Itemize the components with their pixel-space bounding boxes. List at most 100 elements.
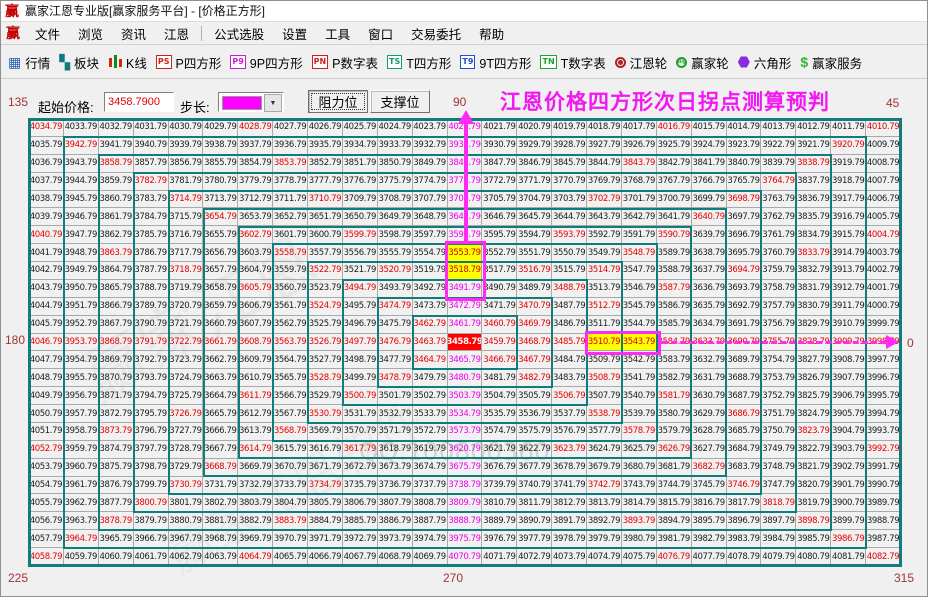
gann-cell: 3487.79 [552, 297, 588, 316]
toolbar-item[interactable]: K线 [108, 53, 147, 72]
toolbar-item[interactable]: 江恩轮 [614, 53, 667, 72]
menu-item-5[interactable]: 公式选股 [205, 22, 273, 45]
gann-cell: 3747.79 [761, 476, 797, 495]
gann-cell: 3943.79 [63, 154, 99, 173]
angle-label-90: 90 [453, 95, 467, 109]
gann-cell: 3504.79 [482, 387, 518, 406]
gann-cell: 3801.79 [168, 494, 204, 513]
toolbar-item-label: 六角形 [753, 56, 792, 71]
toolbar-item[interactable]: ▦ 行情 [8, 53, 50, 72]
menu-item-9[interactable]: 交易委托 [402, 22, 470, 45]
gann-cell: 4059.79 [63, 548, 99, 566]
gann-cell: 3890.79 [517, 512, 553, 531]
gann-cell: 3796.79 [133, 422, 169, 441]
resistance-button[interactable]: 阻力位 [308, 90, 368, 113]
gann-cell: 4014.79 [726, 119, 762, 137]
gann-cell: 3756.79 [761, 315, 797, 334]
gann-cell: 3742.79 [587, 476, 622, 495]
gann-cell: 3932.79 [412, 136, 448, 155]
toolbar-item[interactable]: Big 赢家轮 [676, 53, 729, 72]
step-label: 步长: [180, 100, 210, 115]
gann-cell: 3967.79 [168, 530, 204, 549]
menu-item-1[interactable]: 文件 [26, 22, 69, 45]
gann-cell: 3564.79 [273, 351, 309, 370]
gann-cell: 3674.79 [412, 458, 448, 477]
toolbar-item[interactable]: 六角形 [737, 53, 792, 72]
menu-item-8[interactable]: 窗口 [359, 22, 402, 45]
gann-cell: 3717.79 [168, 244, 204, 263]
gann-cell: 3521.79 [342, 262, 378, 280]
toolbar-item[interactable]: ▚ 板块 [59, 53, 99, 72]
angle-label-315: 315 [894, 571, 915, 585]
gann-cell: 3916.79 [831, 208, 867, 227]
gann-cell: 3728.79 [168, 440, 204, 459]
gann-cell: 4001.79 [866, 279, 901, 298]
gann-cell: 3730.79 [168, 476, 204, 495]
toolbar-item[interactable]: PS P四方形 [155, 53, 221, 72]
chevron-down-icon[interactable]: ▼ [264, 94, 282, 112]
menu-item-3[interactable]: 资讯 [112, 22, 155, 45]
gann-cell: 3754.79 [761, 351, 797, 370]
gann-cell: 3852.79 [308, 154, 343, 173]
gann-cell: 3513.79 [587, 279, 622, 298]
gann-cell: 3697.79 [726, 208, 762, 227]
gann-cell: 3859.79 [98, 172, 134, 191]
gann-cell: 3878.79 [98, 512, 134, 531]
menu-item-7[interactable]: 工具 [316, 22, 359, 45]
menu-item-4[interactable]: 江恩 [155, 22, 198, 45]
gann-cell: 3637.79 [691, 262, 727, 280]
gann-cell: 3985.79 [796, 530, 832, 549]
gann-cell: 3689.79 [726, 351, 762, 370]
gann-cell: 3706.79 [447, 190, 483, 209]
gann-cell: 3861.79 [98, 208, 134, 227]
gann-cell: 3727.79 [168, 422, 204, 441]
gann-cell: 3649.79 [377, 208, 413, 227]
menu-item-2[interactable]: 浏览 [69, 22, 112, 45]
gann-cell: 3595.79 [482, 226, 518, 245]
gann-cell: 3874.79 [98, 440, 134, 459]
start-price-input[interactable] [104, 92, 174, 112]
gann-cell: 3552.79 [482, 244, 518, 263]
gann-cell: 4075.79 [621, 548, 657, 566]
gann-cell: 3528.79 [308, 369, 343, 388]
menu-item-10[interactable]: 帮助 [470, 22, 513, 45]
toolbar-item[interactable]: TS T四方形 [387, 53, 451, 72]
t-number-icon: TN [540, 55, 557, 69]
gann-cell: 3536.79 [517, 405, 553, 423]
gann-cell: 4022.79 [447, 119, 483, 137]
gann-cell: 3851.79 [342, 154, 378, 173]
toolbar-item[interactable]: T9 9T四方形 [460, 53, 531, 72]
menu-item-6[interactable]: 设置 [273, 22, 316, 45]
gann-cell: 4031.79 [133, 119, 169, 137]
toolbar-item[interactable]: $ 赢家服务 [800, 53, 862, 72]
support-button[interactable]: 支撑位 [370, 90, 430, 113]
gann-cell: 4054.79 [29, 476, 64, 495]
gann-cell: 3574.79 [482, 422, 518, 441]
gann-cell: 3667.79 [203, 440, 239, 459]
toolbar-item[interactable]: P9 9P四方形 [230, 53, 303, 72]
gann-cell: 3575.79 [517, 422, 553, 441]
gann-cell: 4065.79 [273, 548, 309, 566]
gann-cell: 3910.79 [831, 315, 867, 334]
gann-cell: 3598.79 [377, 226, 413, 245]
gann-cell: 3919.79 [831, 154, 867, 173]
gann-cell: 3509.79 [587, 351, 622, 370]
gann-cell: 3627.79 [691, 440, 727, 459]
toolbar-item[interactable]: TN T数字表 [540, 53, 606, 72]
step-color-dropdown[interactable]: ▼ [218, 92, 284, 112]
gann-cell: 3474.79 [377, 297, 413, 316]
gann-cell: 4055.79 [29, 494, 64, 513]
toolbar-item[interactable]: PN P数字表 [311, 53, 378, 72]
gann-cell: 3723.79 [168, 351, 204, 370]
gann-cell: 4033.79 [63, 119, 99, 137]
gann-cell: 3507.79 [587, 387, 622, 406]
gann-cell: 3628.79 [691, 422, 727, 441]
gann-cell: 3786.79 [133, 244, 169, 263]
gann-cell: 3826.79 [796, 369, 832, 388]
gann-cell: 3933.79 [377, 136, 413, 155]
gann-cell: 3977.79 [517, 530, 553, 549]
gann-cell: 3505.79 [517, 387, 553, 406]
gann-cell: 3752.79 [761, 387, 797, 406]
gann-cell: 3769.79 [587, 172, 622, 191]
gann-cell: 4025.79 [342, 119, 378, 137]
